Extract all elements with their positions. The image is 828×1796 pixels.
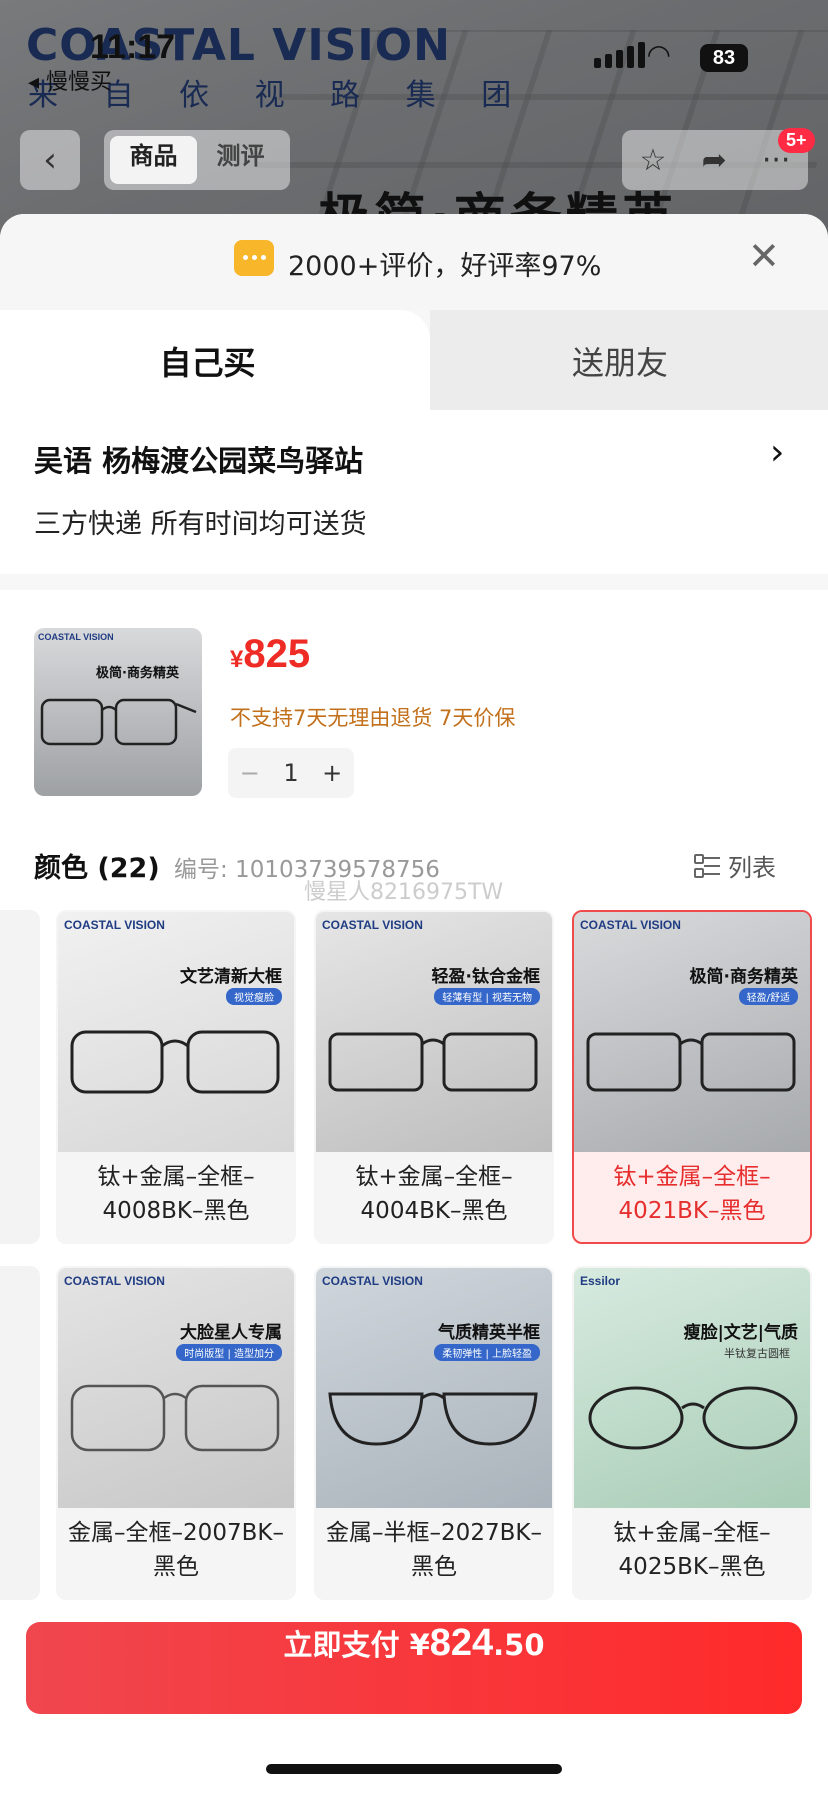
variant-brand: COASTAL VISION bbox=[64, 918, 165, 932]
variant-label: 钛+金属–全框–4008BK–黑色 bbox=[97, 1164, 255, 1224]
home-indicator[interactable] bbox=[266, 1764, 562, 1774]
variant-subtag: 时尚版型 | 造型加分 bbox=[176, 1344, 282, 1361]
rating-text: 2000+评价，好评率97% bbox=[288, 251, 602, 282]
variant-tagline: 极简·商务精英 bbox=[689, 967, 798, 987]
service-notes: 不支持7天无理由退货 7天价保 bbox=[230, 706, 516, 730]
variant-brand: COASTAL VISION bbox=[322, 918, 423, 932]
glasses-icon bbox=[328, 1392, 538, 1446]
price-value: 825 bbox=[243, 632, 311, 676]
tab-buy-self-label: 自己买 bbox=[159, 344, 256, 382]
glasses-icon bbox=[40, 698, 197, 746]
variant-brand: COASTAL VISION bbox=[580, 918, 681, 932]
variant-image: COASTAL VISION 气质精英半框 柔韧弹性 | 上脸轻盈 bbox=[316, 1268, 552, 1508]
close-icon[interactable]: ✕ bbox=[748, 234, 780, 278]
variant-brand: COASTAL VISION bbox=[322, 1274, 423, 1288]
status-bar: 11:17 ◂ 慢慢买 ◠ 83 bbox=[0, 0, 828, 100]
list-icon bbox=[694, 853, 720, 878]
delivery-address[interactable]: 吴语 杨梅渡公园菜鸟驿站 三方快递 所有时间均可送货 › bbox=[0, 410, 828, 574]
variant-label: 金属–全框–2007BK–黑色 bbox=[68, 1520, 284, 1580]
plus-icon[interactable]: + bbox=[322, 759, 342, 787]
variant-subtag: 轻薄有型 | 视若无物 bbox=[434, 988, 540, 1005]
battery-icon: 83 bbox=[700, 44, 748, 72]
page-tabs: 商品 测评 bbox=[104, 130, 290, 190]
product-thumbnail[interactable]: COASTAL VISION 极简·商务精英 bbox=[34, 628, 202, 796]
color-title: 颜色 (22) bbox=[34, 853, 160, 884]
pay-cents: .50 bbox=[493, 1628, 545, 1662]
variant-card-selected[interactable]: COASTAL VISION 极简·商务精英 轻盈/舒适 钛+金属–全框–402… bbox=[572, 910, 812, 1244]
variant-subtag: 半钛复古圆框 bbox=[724, 1347, 790, 1360]
variant-grid: COASTAL VISION 文艺清新大框 视觉瘦脸 钛+金属–全框–4008B… bbox=[0, 910, 828, 1600]
pay-amount: 824 bbox=[429, 1622, 494, 1664]
variant-tagline: 瘦脸|文艺|气质 bbox=[683, 1323, 798, 1343]
variant-card[interactable]: COASTAL VISION 轻盈·钛合金框 轻薄有型 | 视若无物 钛+金属–… bbox=[314, 910, 554, 1244]
variant-image: COASTAL VISION 大脸星人专属 时尚版型 | 造型加分 bbox=[58, 1268, 294, 1508]
back-button[interactable]: ‹ bbox=[20, 130, 80, 190]
variant-label: 钛+金属–全框–4004BK–黑色 bbox=[355, 1164, 513, 1224]
list-view-button[interactable]: 列表 bbox=[694, 848, 776, 883]
variant-image: COASTAL VISION 轻盈·钛合金框 轻薄有型 | 视若无物 bbox=[316, 912, 552, 1152]
glasses-icon bbox=[328, 1032, 538, 1092]
variant-tagline: 文艺清新大框 bbox=[180, 967, 282, 987]
pay-bar: 立即支付 ¥824.50 bbox=[0, 1600, 828, 1796]
pay-label: 立即支付 bbox=[283, 1628, 410, 1662]
glasses-icon bbox=[586, 1032, 796, 1092]
quantity-stepper: − 1 + bbox=[228, 748, 354, 798]
variant-subtag: 轻盈/舒适 bbox=[738, 988, 798, 1005]
chevron-left-icon: ‹ bbox=[43, 140, 57, 180]
glasses-icon bbox=[70, 1030, 280, 1094]
tab-buy-self[interactable]: 自己买 bbox=[0, 310, 430, 410]
wifi-icon: ◠ bbox=[648, 38, 670, 71]
tab-goods[interactable]: 商品 bbox=[110, 136, 197, 184]
quantity-value[interactable]: 1 bbox=[283, 759, 298, 787]
rating-bar: 2000+评价，好评率97% ✕ bbox=[0, 214, 828, 310]
pay-currency: ¥ bbox=[409, 1628, 430, 1662]
signal-icon bbox=[594, 42, 645, 68]
variant-subtag: 柔韧弹性 | 上脸轻盈 bbox=[434, 1344, 540, 1361]
minus-icon[interactable]: − bbox=[240, 759, 260, 787]
variant-brand: Essilor bbox=[580, 1274, 621, 1288]
watermark: 慢星人8216975TW bbox=[304, 880, 504, 905]
product-section: COASTAL VISION 极简·商务精英 ¥825 不支持7天无理由退货 7… bbox=[0, 590, 828, 1600]
back-to-app-link[interactable]: ◂ 慢慢买 bbox=[28, 64, 112, 96]
purchase-sheet: 2000+评价，好评率97% ✕ 送朋友 自己买 吴语 杨梅渡公园菜鸟驿站 三方… bbox=[0, 214, 828, 1796]
purchase-mode-tabs: 送朋友 自己买 bbox=[0, 310, 828, 410]
variant-image: Essilor 瘦脸|文艺|气质 半钛复古圆框 bbox=[574, 1268, 810, 1508]
tab-review[interactable]: 测评 bbox=[197, 136, 284, 184]
variant-subtag: 视觉瘦脸 bbox=[226, 988, 282, 1005]
variant-label: 钛+金属–全框–4025BK–黑色 bbox=[613, 1520, 771, 1580]
message-badge: 5+ bbox=[778, 128, 815, 153]
variant-card[interactable]: COASTAL VISION 大脸星人专属 时尚版型 | 造型加分 金属–全框–… bbox=[56, 1266, 296, 1600]
product-price: ¥825 bbox=[230, 632, 310, 677]
variant-brand: COASTAL VISION bbox=[64, 1274, 165, 1288]
price-currency: ¥ bbox=[230, 646, 244, 673]
variant-card[interactable]: COASTAL VISION 气质精英半框 柔韧弹性 | 上脸轻盈 金属–半框–… bbox=[314, 1266, 554, 1600]
variant-image: COASTAL VISION 极简·商务精英 轻盈/舒适 bbox=[574, 912, 810, 1152]
tab-send-friend[interactable]: 送朋友 bbox=[430, 310, 828, 410]
status-time: 11:17 bbox=[90, 28, 176, 66]
variant-tagline: 轻盈·钛合金框 bbox=[431, 967, 540, 987]
glasses-icon bbox=[70, 1384, 280, 1452]
share-icon[interactable]: ➦ bbox=[702, 143, 727, 178]
address-line: 吴语 杨梅渡公园菜鸟驿站 bbox=[34, 444, 364, 478]
variant-card[interactable]: COASTAL VISION 文艺清新大框 视觉瘦脸 钛+金属–全框–4008B… bbox=[56, 910, 296, 1244]
variant-card-partial[interactable] bbox=[0, 910, 40, 1244]
color-header: 颜色 (22) 编号: 10103739578756 慢星人8216975TW … bbox=[34, 846, 794, 905]
variant-card-partial[interactable] bbox=[0, 1266, 40, 1600]
variant-label: 钛+金属–全框–4021BK–黑色 bbox=[613, 1164, 771, 1224]
chevron-right-icon: › bbox=[770, 432, 785, 473]
variant-tagline: 气质精英半框 bbox=[438, 1323, 540, 1343]
list-view-label: 列表 bbox=[728, 854, 776, 882]
chat-bubble-icon bbox=[234, 240, 274, 276]
variant-tagline: 大脸星人专属 bbox=[180, 1323, 282, 1343]
pay-now-button[interactable]: 立即支付 ¥824.50 bbox=[26, 1622, 802, 1714]
glasses-icon bbox=[588, 1386, 798, 1450]
variant-card[interactable]: Essilor 瘦脸|文艺|气质 半钛复古圆框 钛+金属–全框–4025BK–黑… bbox=[572, 1266, 812, 1600]
variant-image: COASTAL VISION 文艺清新大框 视觉瘦脸 bbox=[58, 912, 294, 1152]
star-icon[interactable]: ☆ bbox=[640, 143, 667, 178]
variant-label: 金属–半框–2027BK–黑色 bbox=[326, 1520, 542, 1580]
delivery-note: 三方快递 所有时间均可送货 bbox=[34, 509, 367, 540]
tab-send-friend-label: 送朋友 bbox=[571, 344, 668, 382]
